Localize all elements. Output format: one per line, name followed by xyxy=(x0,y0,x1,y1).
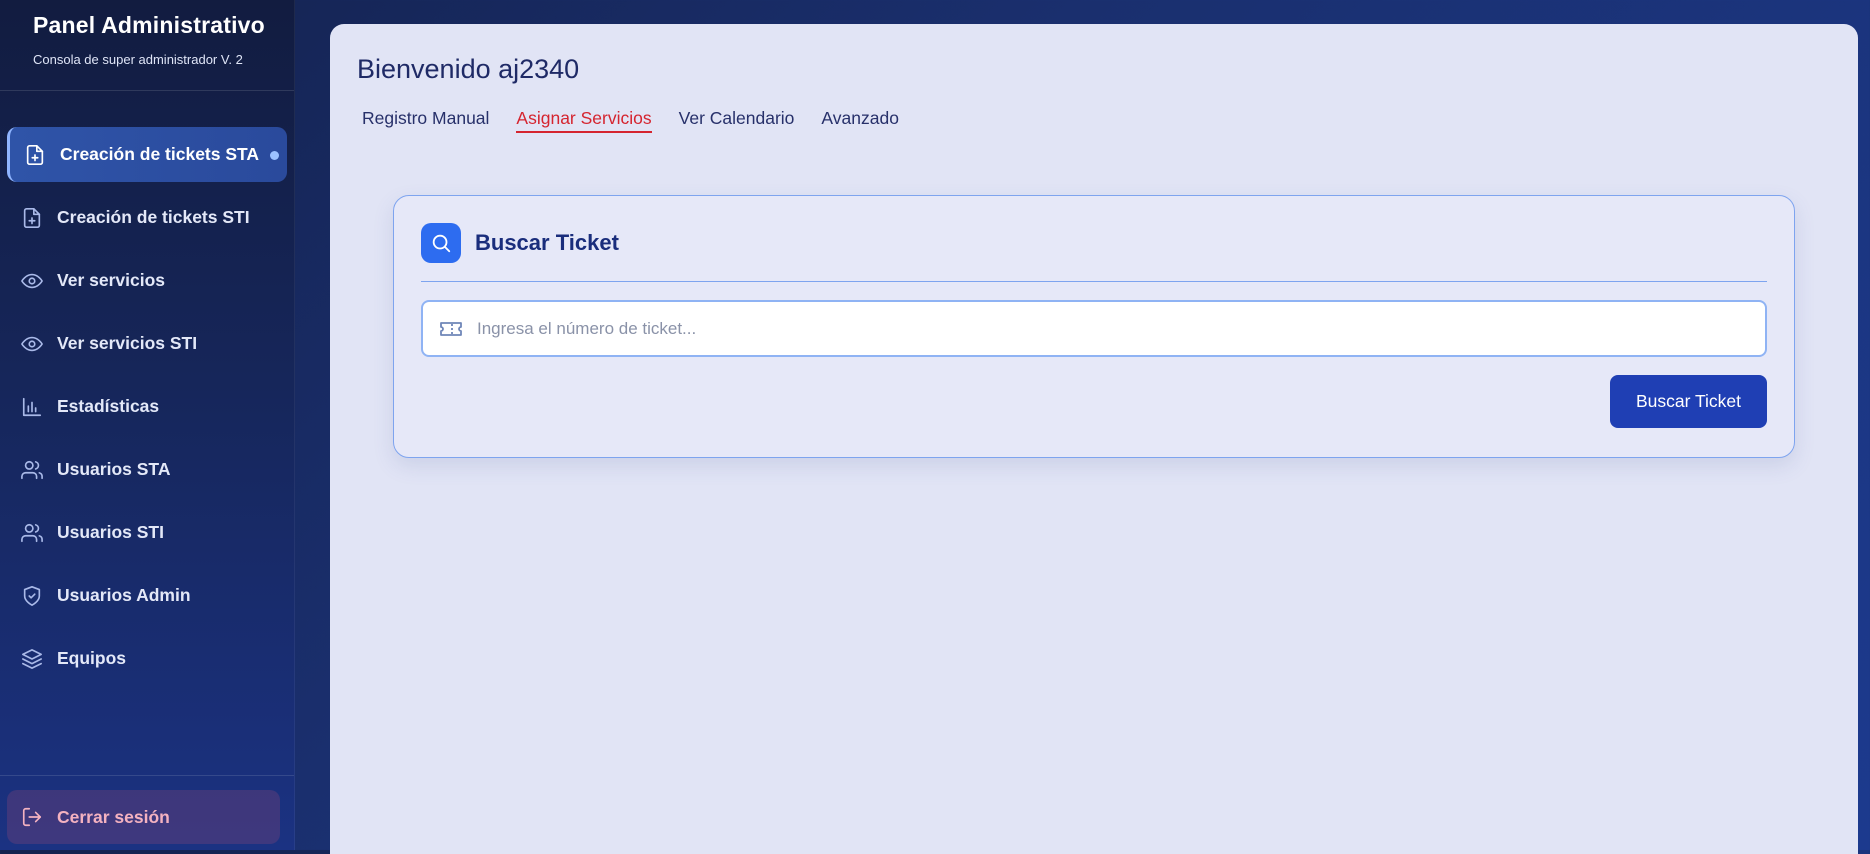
logout-button[interactable]: Cerrar sesión xyxy=(7,790,280,844)
sidebar-nav: Creación de tickets STA Creación de tick… xyxy=(0,127,294,694)
eye-icon xyxy=(21,270,43,292)
search-icon xyxy=(421,223,461,263)
tab-avanzado[interactable]: Avanzado xyxy=(821,108,899,133)
sidebar-item-equipos[interactable]: Equipos xyxy=(7,631,287,686)
users-icon xyxy=(21,459,43,481)
sidebar-item-ver-servicios[interactable]: Ver servicios xyxy=(7,253,287,308)
sidebar-item-label: Usuarios Admin xyxy=(57,585,191,605)
main-panel: Bienvenido aj2340 Registro Manual Asigna… xyxy=(330,24,1858,854)
brand: Panel Administrativo Consola de super ad… xyxy=(33,12,265,67)
tab-registro-manual[interactable]: Registro Manual xyxy=(362,108,489,133)
divider xyxy=(0,90,294,91)
sidebar-item-label: Creación de tickets STA xyxy=(60,144,260,164)
sidebar-item-label: Creación de tickets STI xyxy=(57,207,250,227)
sidebar-item-creacion-tickets-sta[interactable]: Creación de tickets STA xyxy=(7,127,287,182)
users-icon xyxy=(21,522,43,544)
tab-asignar-servicios[interactable]: Asignar Servicios xyxy=(516,108,652,133)
ticket-search-field xyxy=(421,300,1767,357)
sidebar-item-label: Ver servicios xyxy=(57,270,165,290)
app-subtitle: Consola de super administrador V. 2 xyxy=(33,52,243,67)
file-plus-icon xyxy=(24,144,46,166)
shield-icon xyxy=(21,585,43,607)
eye-icon xyxy=(21,333,43,355)
divider xyxy=(421,281,1767,282)
tab-ver-calendario[interactable]: Ver Calendario xyxy=(679,108,795,133)
sidebar-item-label: Estadísticas xyxy=(57,396,160,416)
sidebar-item-usuarios-admin[interactable]: Usuarios Admin xyxy=(7,568,287,623)
card-header: Buscar Ticket xyxy=(421,223,619,263)
divider xyxy=(0,775,294,776)
sidebar-item-estadisticas[interactable]: Estadísticas xyxy=(7,379,287,434)
layers-icon xyxy=(21,648,43,670)
search-ticket-card: Buscar Ticket Buscar Ticket xyxy=(393,195,1795,458)
sidebar-item-usuarios-sti[interactable]: Usuarios STI xyxy=(7,505,287,560)
sidebar-item-usuarios-sta[interactable]: Usuarios STA xyxy=(7,442,287,497)
search-ticket-button[interactable]: Buscar Ticket xyxy=(1610,375,1767,428)
sidebar-item-label: Usuarios STI xyxy=(57,522,164,542)
app-title: Panel Administrativo xyxy=(33,12,265,38)
bar-chart-icon xyxy=(21,396,43,418)
sidebar-item-label: Equipos xyxy=(57,648,127,668)
logout-icon xyxy=(21,806,43,828)
active-indicator-dot xyxy=(270,151,279,160)
sidebar-item-ver-servicios-sti[interactable]: Ver servicios STI xyxy=(7,316,287,371)
sidebar-item-creacion-tickets-sti[interactable]: Creación de tickets STI xyxy=(7,190,287,245)
logout-label: Cerrar sesión xyxy=(57,806,170,827)
sidebar-item-label: Ver servicios STI xyxy=(57,333,198,353)
sidebar: Panel Administrativo Consola de super ad… xyxy=(0,0,295,850)
page-title: Bienvenido aj2340 xyxy=(357,54,580,84)
ticket-icon xyxy=(439,319,463,339)
card-title: Buscar Ticket xyxy=(475,230,619,255)
sidebar-item-label: Usuarios STA xyxy=(57,459,171,479)
file-plus-icon xyxy=(21,207,43,229)
tab-bar: Registro Manual Asignar Servicios Ver Ca… xyxy=(362,108,926,133)
ticket-number-input[interactable] xyxy=(475,317,1729,340)
